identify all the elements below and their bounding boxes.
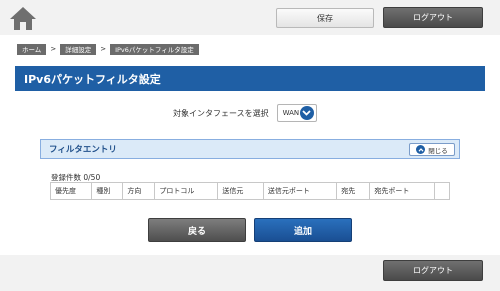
column-header-protocol: プロトコル (154, 182, 219, 200)
column-header-source: 送信元 (217, 182, 264, 200)
breadcrumb-advanced-settings[interactable]: 詳細設定 (60, 43, 97, 55)
logout-button[interactable]: ログアウト (383, 7, 483, 28)
filter-entry-header: フィルタエントリ 閉じる (40, 139, 460, 159)
column-header-action (434, 182, 450, 200)
column-header-direction: 方向 (122, 182, 156, 200)
column-header-priority: 優先度 (49, 182, 93, 200)
collapse-button-label: 閉じる (428, 146, 448, 155)
top-bar: 保存 ログアウト (0, 0, 500, 35)
column-header-destination-port: 宛先ポート (369, 182, 436, 200)
chevron-down-icon (299, 106, 314, 120)
home-icon (10, 7, 36, 30)
filter-entry-title: フィルタエントリ (49, 145, 117, 155)
bottom-bar: ログアウト (0, 255, 500, 291)
interface-select[interactable]: WAN (276, 104, 317, 122)
breadcrumb: ホーム > 詳細設定 > IPv6パケットフィルタ設定 (17, 43, 199, 55)
chevron-up-icon (416, 145, 426, 154)
column-header-source-port: 送信元ポート (262, 182, 338, 200)
page-title: IPv6パケットフィルタ設定 (15, 66, 485, 91)
breadcrumb-current: IPv6パケットフィルタ設定 (110, 43, 199, 55)
interface-select-value: WAN (282, 109, 300, 117)
filter-table: 優先度 種別 方向 プロトコル 送信元 送信元ポート 宛先 宛先ポート (49, 182, 450, 200)
interface-select-row: 対象インタフェースを選択 WAN (173, 104, 317, 122)
breadcrumb-separator: > (50, 45, 57, 53)
column-header-type: 種別 (91, 182, 124, 200)
collapse-button[interactable]: 閉じる (409, 143, 455, 156)
save-button[interactable]: 保存 (276, 8, 374, 28)
column-header-destination: 宛先 (336, 182, 371, 200)
home-button[interactable] (8, 5, 38, 32)
interface-select-label: 対象インタフェースを選択 (173, 108, 269, 118)
add-button[interactable]: 追加 (254, 218, 352, 242)
breadcrumb-home[interactable]: ホーム (17, 43, 47, 55)
breadcrumb-separator: > (100, 45, 107, 53)
logout-button-bottom[interactable]: ログアウト (383, 260, 483, 281)
table-header-row: 優先度 種別 方向 プロトコル 送信元 送信元ポート 宛先 宛先ポート (49, 182, 450, 200)
back-button[interactable]: 戻る (148, 218, 246, 242)
